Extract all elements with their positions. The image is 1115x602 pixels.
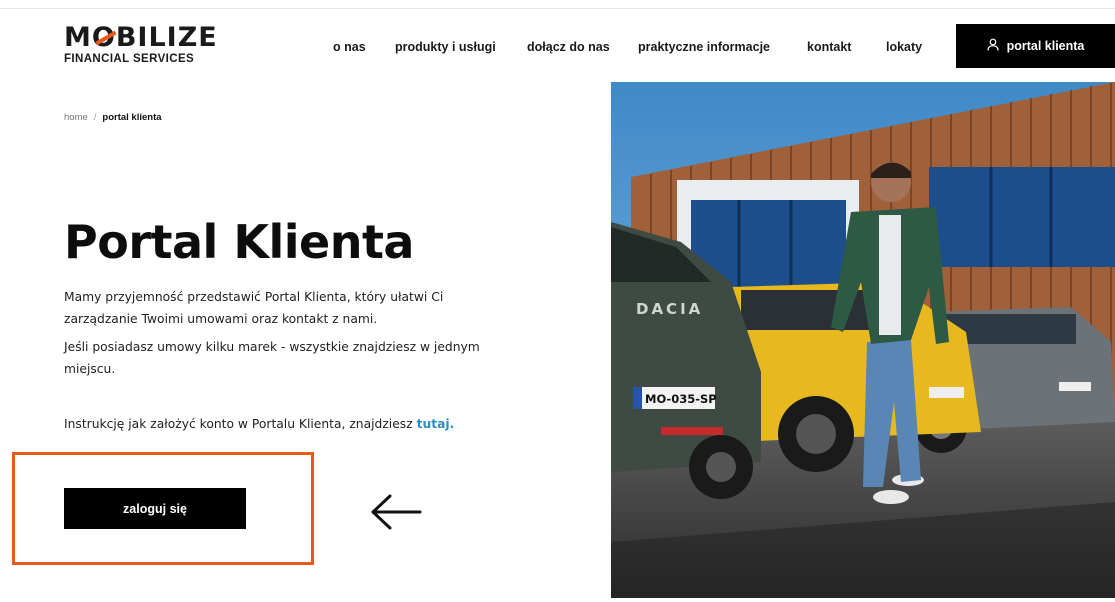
breadcrumb: home / portal klienta <box>64 112 162 123</box>
car-brand-text: DACIA <box>636 300 703 318</box>
logo-wordmark: MOBILIZE <box>64 22 218 53</box>
brands-paragraph: Jeśli posiadasz umowy kilku marek - wszy… <box>64 340 480 376</box>
logo[interactable]: MOBILIZE FINANCIAL SERVICES <box>64 24 218 65</box>
instructions-text: Instrukcję jak założyć konto w Portalu K… <box>64 417 417 431</box>
nav-item-praktyczne-informacje[interactable]: praktyczne informacje <box>638 40 770 54</box>
portal-klienta-label: portal klienta <box>1006 39 1085 53</box>
hero-photo: DACIA MO-035-SP <box>611 82 1115 598</box>
nav-item-produkty[interactable]: produkty i usługi <box>395 40 496 54</box>
breadcrumb-home[interactable]: home <box>64 112 88 123</box>
nav-item-lokaty[interactable]: lokaty <box>886 40 922 54</box>
breadcrumb-current: portal klienta <box>102 112 162 123</box>
nav-item-o-nas[interactable]: o nas <box>333 40 366 54</box>
instructions-paragraph: Instrukcję jak założyć konto w Portalu K… <box>64 413 584 435</box>
login-button[interactable]: zaloguj się <box>64 488 246 529</box>
page-title: Portal Klienta <box>64 215 414 269</box>
arrow-left-icon <box>368 492 422 536</box>
instructions-link[interactable]: tutaj. <box>417 417 455 431</box>
portal-klienta-button[interactable]: portal klienta <box>956 24 1115 68</box>
nav-item-kontakt[interactable]: kontakt <box>807 40 851 54</box>
intro-paragraph: Mamy przyjemność przedstawić Portal Klie… <box>64 290 444 326</box>
nav-item-dolacz[interactable]: dołącz do nas <box>527 40 610 54</box>
logo-subtitle: FINANCIAL SERVICES <box>64 53 195 65</box>
breadcrumb-separator: / <box>93 112 97 123</box>
front-license-plate: MO-035-SP <box>645 392 717 406</box>
top-divider <box>0 8 1115 9</box>
user-icon <box>986 38 999 54</box>
